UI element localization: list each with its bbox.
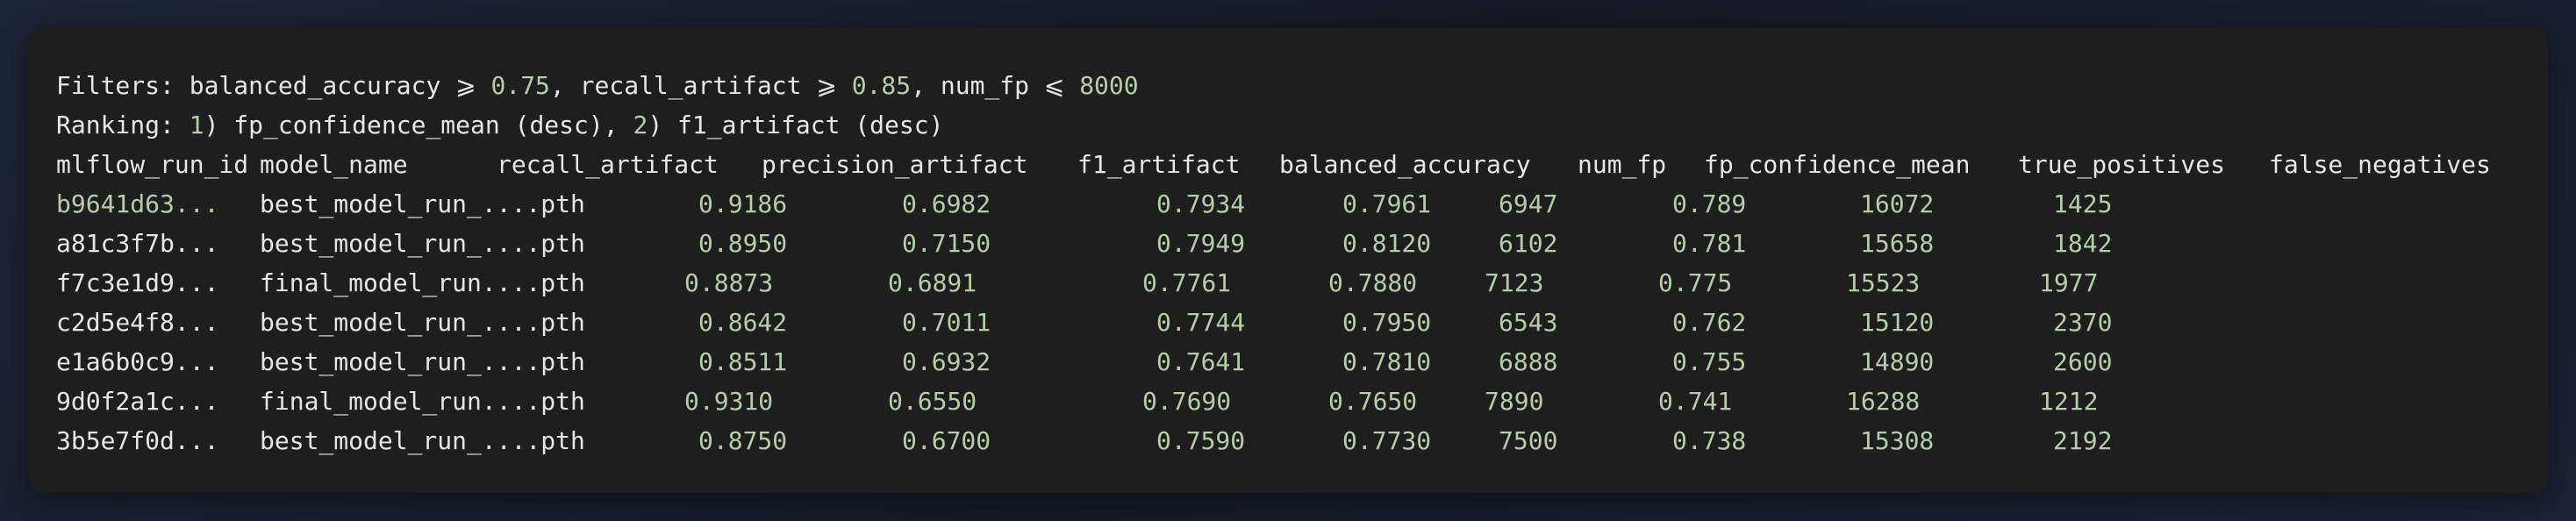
true-positives-cell: 16072 [1860,189,1935,218]
f1-cell: 0.7590 [1156,426,1246,455]
ranking-line: Ranking: 1) fp_confidence_mean (desc), 2… [56,111,944,139]
fp-confidence-cell: 0.741 [1658,387,1733,416]
column-header-balanced-accuracy: balanced_accuracy [1279,150,1531,179]
num-fp-cell: 6947 [1499,189,1558,218]
model-name-cell: best_model_run_....pth [260,308,585,337]
terminal-output-panel: Filters: balanced_accuracy ⩾ 0.75, recal… [28,28,2548,493]
run-id-cell: c2d5e4f8... [56,308,219,337]
recall-cell: 0.8750 [698,426,788,455]
ranking-item-1: fp_confidence_mean (desc) [233,111,604,139]
model-name-cell: best_model_run_....pth [260,347,585,376]
column-header-num-fp: num_fp [1578,150,1667,179]
precision-cell: 0.6700 [902,426,991,455]
false-negatives-cell: 1977 [2039,268,2099,297]
fp-confidence-cell: 0.781 [1672,229,1747,258]
balanced-accuracy-cell: 0.7650 [1328,387,1418,416]
num-fp-cell: 6102 [1499,229,1558,258]
f1-cell: 0.7949 [1156,229,1246,258]
column-header-true-positives: true_positives [2018,150,2226,179]
false-negatives-cell: 2370 [2053,308,2113,337]
model-name-cell: final_model_run....pth [260,387,585,416]
false-negatives-cell: 1212 [2039,387,2099,416]
balanced-accuracy-cell: 0.7880 [1328,268,1418,297]
column-header-f1-artifact: f1_artifact [1077,150,1241,179]
filter-recall-artifact-name: recall_artifact [579,71,802,100]
precision-cell: 0.6932 [902,347,991,376]
precision-cell: 0.6550 [888,387,977,416]
balanced-accuracy-cell: 0.8120 [1342,229,1432,258]
num-fp-cell: 7890 [1485,387,1544,416]
column-header-false-negatives: false_negatives [2269,150,2491,179]
run-id-cell: 9d0f2a1c... [56,387,219,416]
filters-line: Filters: balanced_accuracy ⩾ 0.75, recal… [56,71,1139,100]
true-positives-cell: 15523 [1846,268,1921,297]
recall-cell: 0.8873 [684,268,774,297]
recall-cell: 0.9310 [684,387,774,416]
column-header-precision-artifact: precision_artifact [762,150,1028,179]
column-header-fp-confidence-mean: fp_confidence_mean [1704,150,1971,179]
false-negatives-cell: 2600 [2053,347,2113,376]
model-name-cell: best_model_run_....pth [260,189,585,218]
fp-confidence-cell: 0.789 [1672,189,1747,218]
filter-recall-artifact-value: 0.85 [851,71,912,100]
precision-cell: 0.6891 [888,268,977,297]
run-id-cell: f7c3e1d9... [56,268,219,297]
run-id-cell: 3b5e7f0d... [56,426,219,455]
run-id-cell: e1a6b0c9... [56,347,219,376]
f1-cell: 0.7934 [1156,189,1246,218]
ranking-index-1: 1 [189,111,204,139]
column-header-model-name: model_name [260,150,408,179]
model-name-cell: best_model_run_....pth [260,229,585,258]
filter-balanced-accuracy-value: 0.75 [490,71,550,100]
fp-confidence-cell: 0.755 [1672,347,1747,376]
precision-cell: 0.7150 [902,229,991,258]
true-positives-cell: 16288 [1846,387,1921,416]
precision-cell: 0.7011 [902,308,991,337]
filter-balanced-accuracy-name: balanced_accuracy [189,71,441,100]
true-positives-cell: 15658 [1860,229,1935,258]
filter-balanced-accuracy-op: ⩾ [455,71,476,100]
column-header-mlflow-run-id: mlflow_run_id [56,150,249,179]
false-negatives-cell: 2192 [2053,426,2113,455]
ranking-item-2: f1_artifact (desc) [677,111,944,139]
balanced-accuracy-cell: 0.7730 [1342,426,1432,455]
column-header-recall-artifact: recall_artifact [497,150,719,179]
model-name-cell: final_model_run....pth [260,268,585,297]
fp-confidence-cell: 0.775 [1658,268,1733,297]
num-fp-cell: 7123 [1485,268,1544,297]
balanced-accuracy-cell: 0.7810 [1342,347,1432,376]
filter-num-fp-op: ⩽ [1043,71,1065,100]
precision-cell: 0.6982 [902,189,991,218]
fp-confidence-cell: 0.762 [1672,308,1747,337]
f1-cell: 0.7744 [1156,308,1246,337]
recall-cell: 0.9186 [698,189,788,218]
true-positives-cell: 15120 [1860,308,1935,337]
f1-cell: 0.7641 [1156,347,1246,376]
fp-confidence-cell: 0.738 [1672,426,1747,455]
num-fp-cell: 7500 [1499,426,1558,455]
model-name-cell: best_model_run_....pth [260,426,585,455]
f1-cell: 0.7761 [1142,268,1232,297]
f1-cell: 0.7690 [1142,387,1232,416]
balanced-accuracy-cell: 0.7950 [1342,308,1432,337]
ranking-label: Ranking: [56,111,190,139]
num-fp-cell: 6888 [1499,347,1558,376]
filters-label: Filters: [56,71,190,100]
num-fp-cell: 6543 [1499,308,1558,337]
false-negatives-cell: 1842 [2053,229,2113,258]
run-id-cell: a81c3f7b... [56,229,219,258]
true-positives-cell: 14890 [1860,347,1935,376]
recall-cell: 0.8642 [698,308,788,337]
false-negatives-cell: 1425 [2053,189,2113,218]
ranking-index-2: 2 [633,111,648,139]
balanced-accuracy-cell: 0.7961 [1342,189,1432,218]
filter-num-fp-value: 8000 [1079,71,1139,100]
filter-recall-artifact-op: ⩾ [816,71,837,100]
recall-cell: 0.8511 [698,347,788,376]
recall-cell: 0.8950 [698,229,788,258]
filter-num-fp-name: num_fp [940,71,1030,100]
true-positives-cell: 15308 [1860,426,1935,455]
run-id-cell: b9641d63... [56,189,219,218]
